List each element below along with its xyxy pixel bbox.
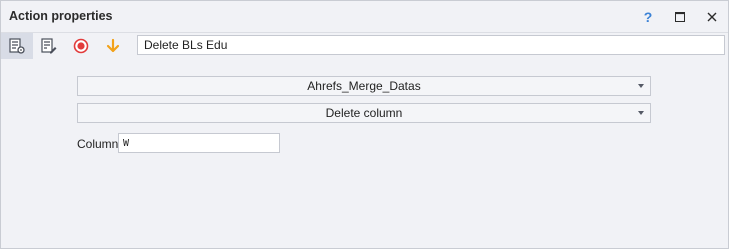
action-properties-window: Action properties ? Delete BLs Edu Ahref… [0, 0, 729, 249]
help-button[interactable]: ? [638, 7, 658, 27]
dropdown-arrow-icon [638, 84, 644, 88]
record-button[interactable] [65, 33, 97, 59]
close-icon [707, 12, 717, 22]
operation-select[interactable]: Delete column [77, 103, 651, 123]
title-bar: Action properties ? [1, 1, 728, 33]
move-down-button[interactable] [97, 33, 129, 59]
dropdown-arrow-icon [638, 111, 644, 115]
edit-document-button[interactable] [33, 33, 65, 59]
action-settings-icon [9, 38, 25, 54]
arrow-down-icon [106, 38, 120, 53]
record-icon [73, 38, 89, 54]
table-select-value: Ahrefs_Merge_Datas [307, 79, 421, 93]
table-select[interactable]: Ahrefs_Merge_Datas [77, 76, 651, 96]
action-name-input[interactable] [137, 35, 725, 55]
action-settings-button[interactable] [1, 33, 33, 59]
column-label: Column [77, 137, 119, 151]
window-title: Action properties [9, 9, 113, 23]
maximize-icon [675, 12, 685, 22]
close-button[interactable] [702, 7, 722, 27]
operation-select-value: Delete column [325, 106, 403, 120]
edit-document-icon [41, 38, 57, 54]
column-input[interactable] [118, 133, 280, 153]
maximize-button[interactable] [670, 7, 690, 27]
